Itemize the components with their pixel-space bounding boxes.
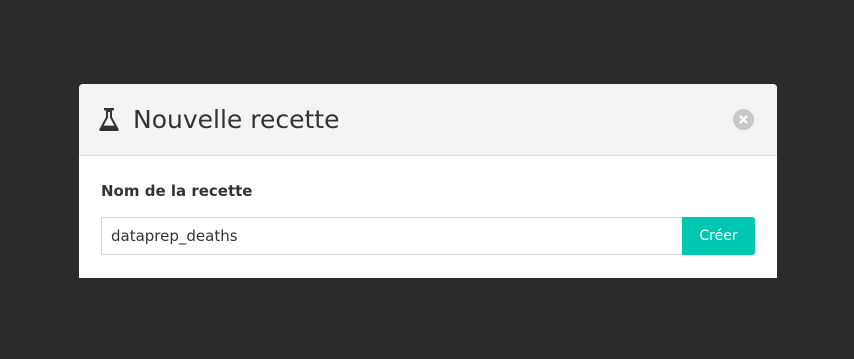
new-recipe-dialog: Nouvelle recette Nom de la recette Créer <box>79 84 777 278</box>
recipe-name-label: Nom de la recette <box>101 182 253 200</box>
close-icon <box>739 115 748 124</box>
close-button[interactable] <box>733 109 754 130</box>
flask-icon <box>98 108 120 132</box>
recipe-name-input[interactable] <box>101 217 682 255</box>
dialog-header: Nouvelle recette <box>79 84 777 156</box>
create-button[interactable]: Créer <box>682 217 755 255</box>
dialog-title: Nouvelle recette <box>133 105 340 134</box>
